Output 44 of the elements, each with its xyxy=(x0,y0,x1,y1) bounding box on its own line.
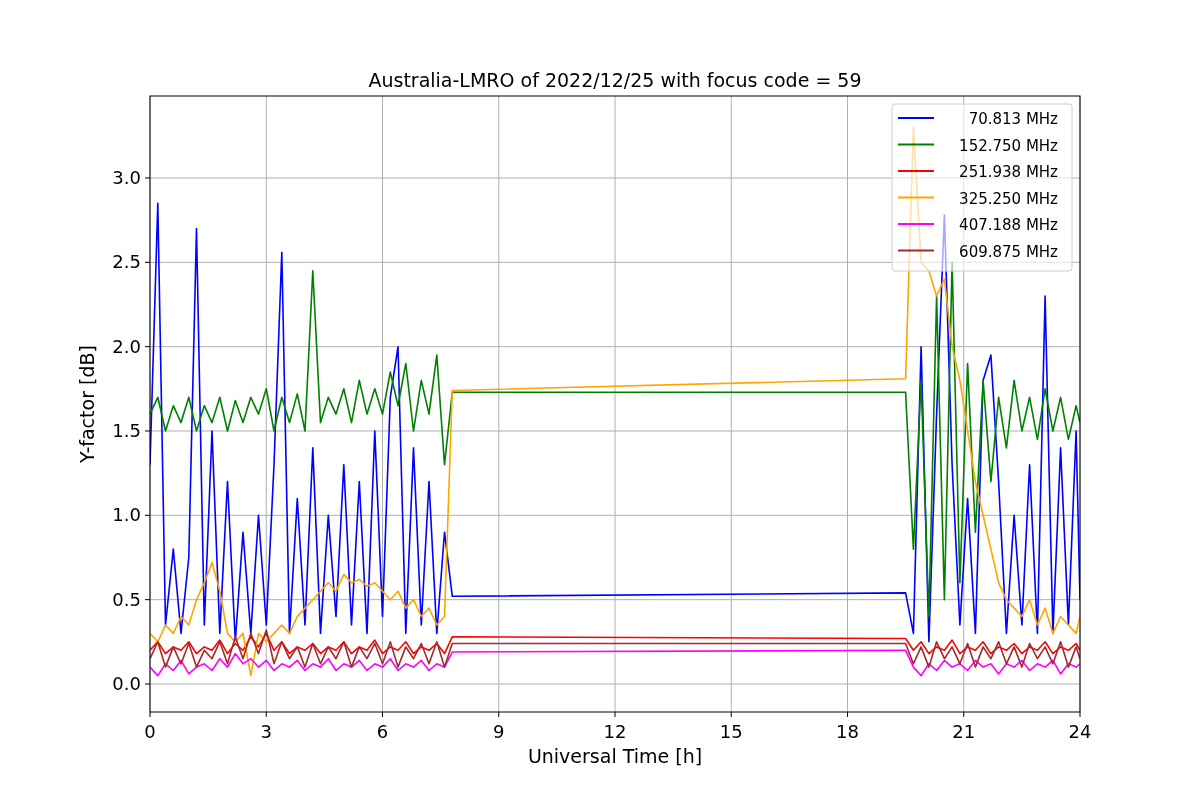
tick-mark xyxy=(963,711,965,718)
tick-label: 6 xyxy=(376,721,389,742)
tick-mark xyxy=(144,514,151,516)
tick-mark xyxy=(144,599,151,601)
legend-swatch xyxy=(897,249,935,252)
tick-mark xyxy=(144,430,151,432)
tick-mark xyxy=(149,711,151,718)
tick-label: 3 xyxy=(260,721,272,742)
tick-label: 2.0 xyxy=(112,335,141,357)
tick-label: 18 xyxy=(836,721,859,742)
tick-mark xyxy=(498,711,500,718)
legend-label: 152.750 MHz xyxy=(959,136,1058,155)
legend-swatch xyxy=(897,196,935,199)
tick-mark xyxy=(614,711,616,718)
tick-mark xyxy=(144,683,151,685)
tick-label: 0 xyxy=(144,721,156,742)
tick-mark xyxy=(144,177,151,179)
tick-mark xyxy=(265,711,267,718)
legend-label: 251.938 MHz xyxy=(959,163,1058,181)
tick-mark xyxy=(144,261,151,263)
x-axis-label: Universal Time [h] xyxy=(527,745,703,767)
tick-label: 24 xyxy=(1068,721,1092,742)
tick-label: 1.0 xyxy=(112,504,141,526)
legend-label: 325.250 MHz xyxy=(959,189,1058,208)
tick-label: 21 xyxy=(952,721,976,742)
tick-mark xyxy=(144,346,151,348)
legend-label: 70.813 MHz xyxy=(968,110,1058,128)
chart-title: Australia-LMRO of 2022/12/25 with focus code = 59 xyxy=(368,69,862,91)
tick-mark xyxy=(1079,711,1081,718)
legend-label: 407.188 MHz xyxy=(959,216,1058,234)
tick-mark xyxy=(847,711,848,718)
y-axis-label: Y-factor [dB] xyxy=(76,345,98,463)
tick-mark xyxy=(730,711,732,718)
tick-mark xyxy=(382,711,383,718)
tick-label: 12 xyxy=(603,721,627,742)
legend-label: 609.875 MHz xyxy=(959,242,1058,261)
legend-swatch xyxy=(897,143,935,146)
tick-label: 2.5 xyxy=(112,251,141,273)
tick-label: 1.5 xyxy=(112,420,141,441)
tick-label: 0.5 xyxy=(112,588,141,610)
tick-label: 9 xyxy=(493,721,505,742)
tick-label: 3.0 xyxy=(112,167,141,188)
tick-label: 0.0 xyxy=(112,673,141,694)
tick-label: 15 xyxy=(719,721,743,742)
